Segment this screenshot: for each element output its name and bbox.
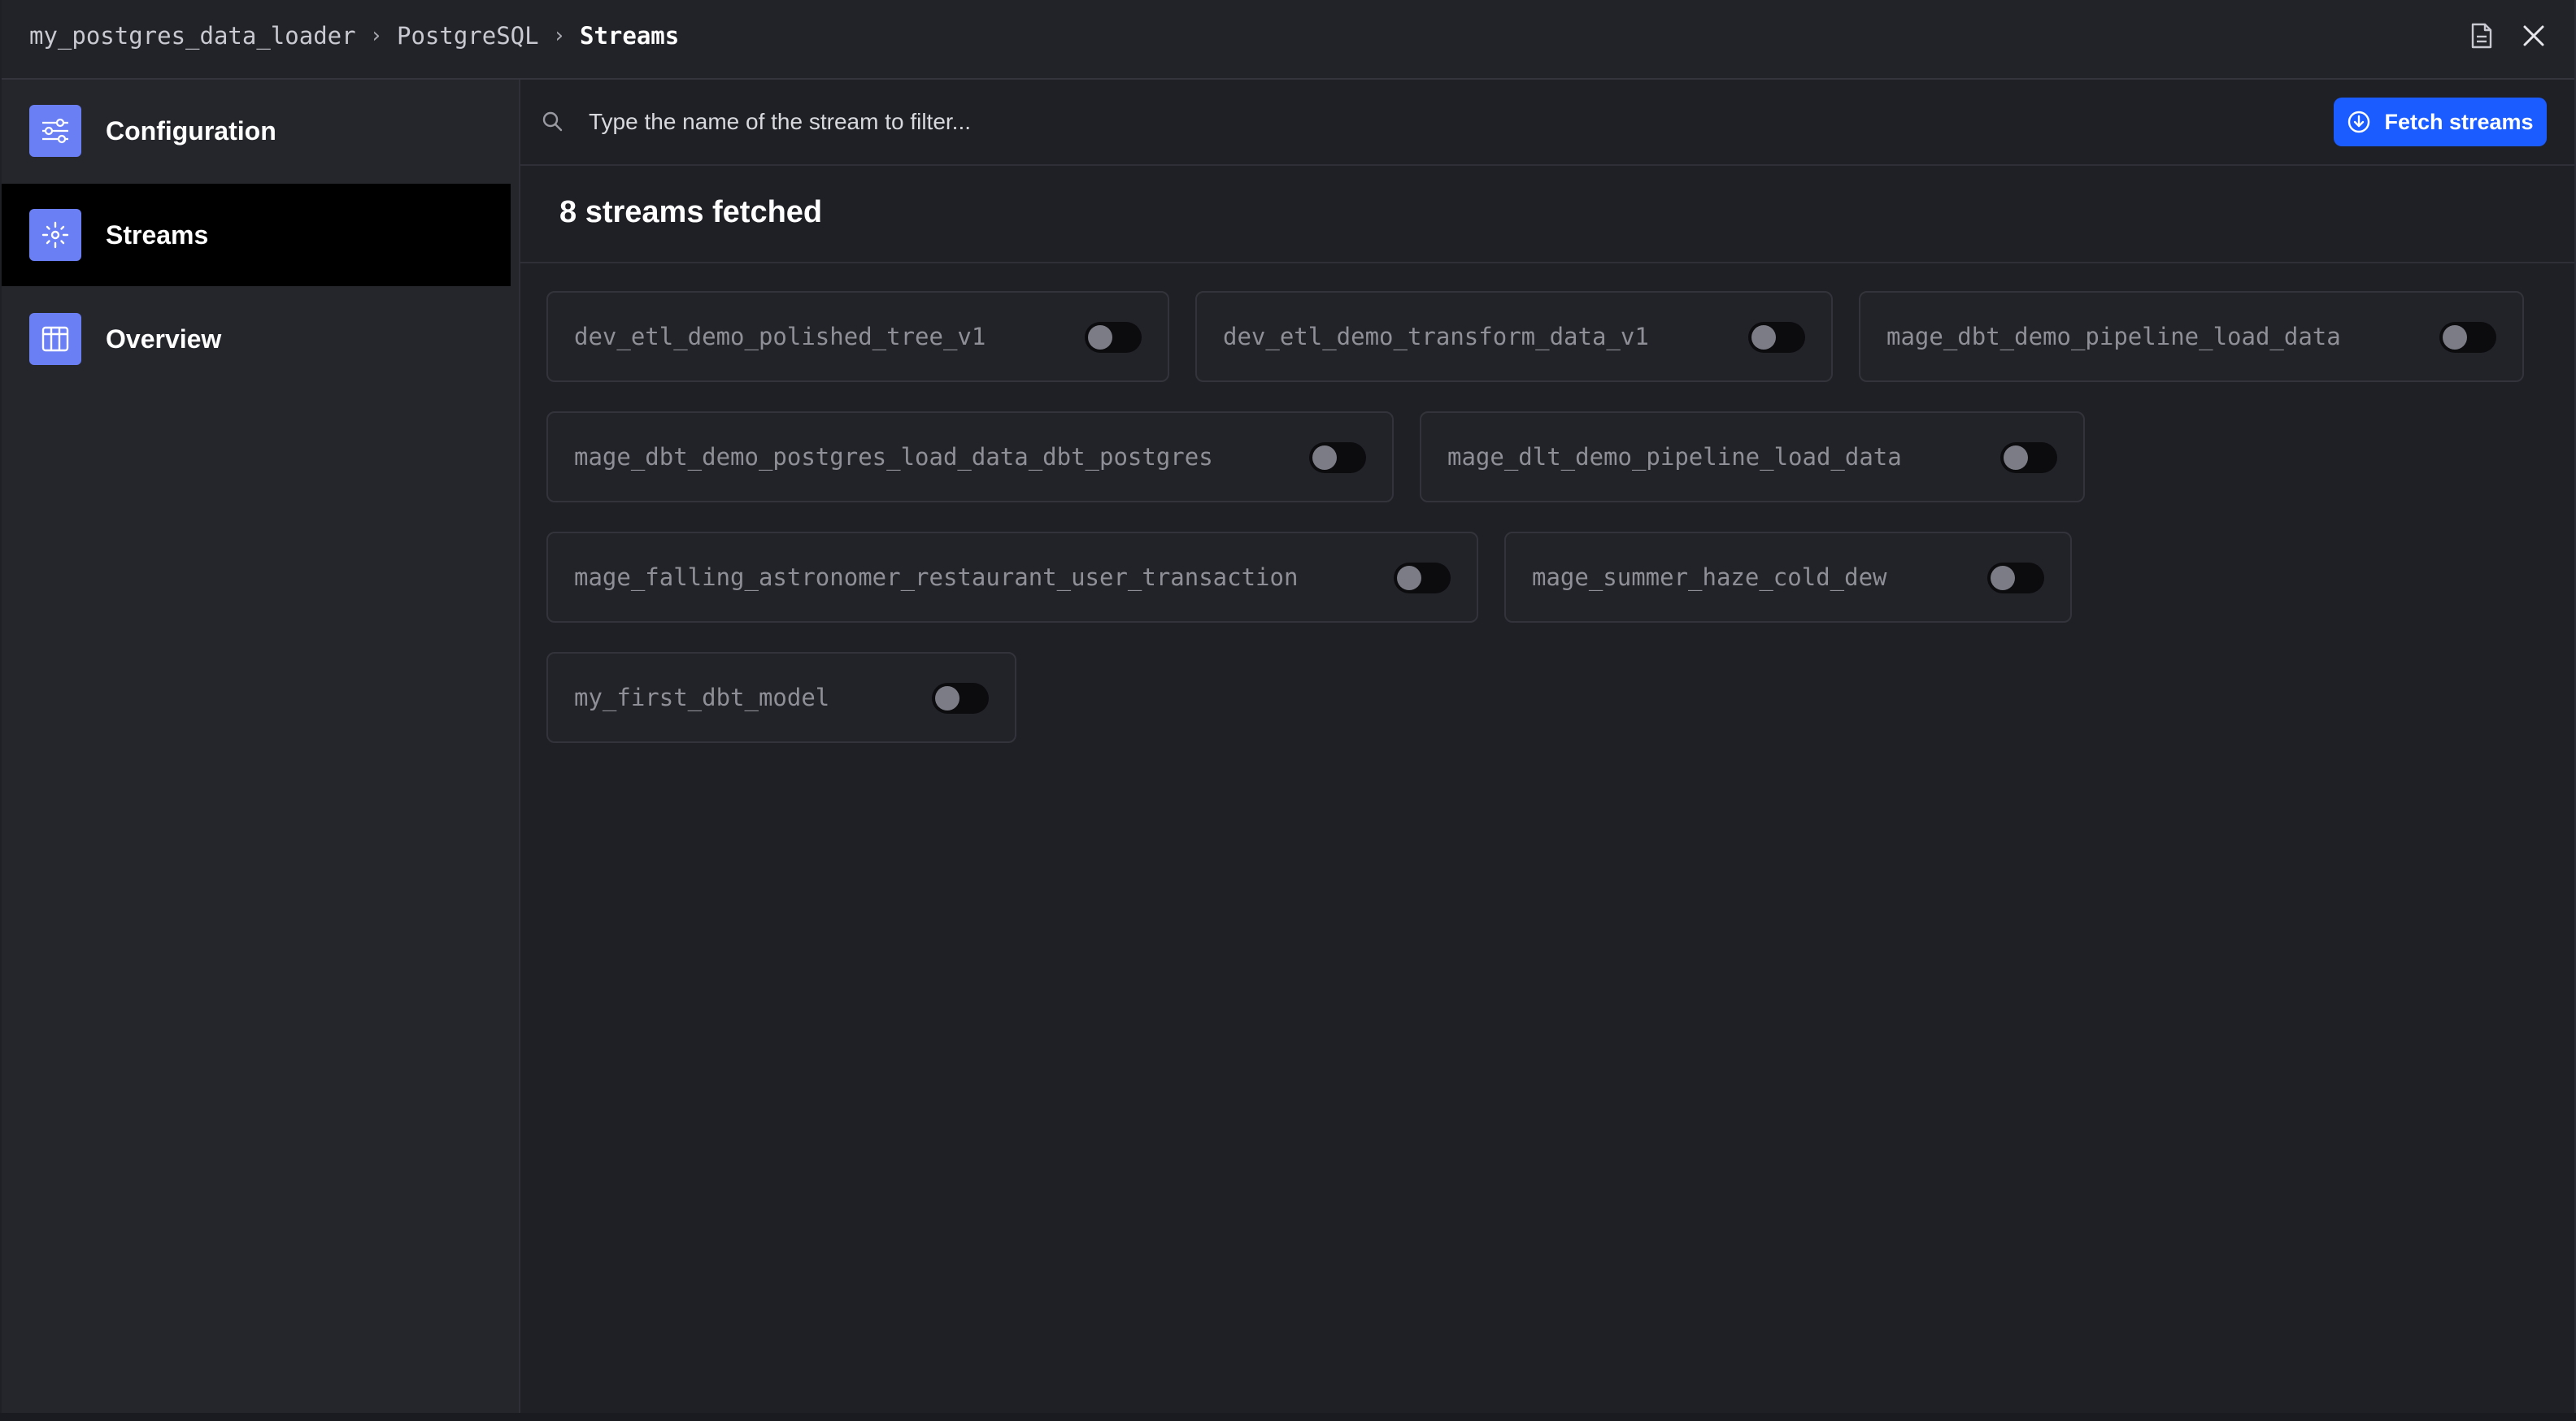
- breadcrumb-item-current: Streams: [580, 22, 679, 50]
- toggle-knob: [935, 686, 959, 710]
- stream-card[interactable]: mage_falling_astronomer_restaurant_user_…: [546, 532, 1478, 623]
- stream-card[interactable]: mage_dlt_demo_pipeline_load_data: [1420, 411, 2085, 502]
- breadcrumb: my_postgres_data_loader › PostgreSQL › S…: [29, 0, 679, 72]
- toggle-knob: [1312, 445, 1337, 470]
- stream-toggle[interactable]: [1309, 442, 1366, 473]
- close-icon[interactable]: [2517, 20, 2550, 52]
- download-circle-icon: [2347, 110, 2371, 134]
- document-icon[interactable]: [2465, 20, 2498, 52]
- stream-filter-input[interactable]: [587, 99, 2217, 145]
- fetch-streams-label: Fetch streams: [2384, 110, 2533, 135]
- stream-name: mage_falling_astronomer_restaurant_user_…: [574, 533, 1298, 621]
- fetch-streams-button[interactable]: Fetch streams: [2334, 98, 2547, 146]
- stream-name: mage_dbt_demo_postgres_load_data_dbt_pos…: [574, 413, 1213, 501]
- toggle-knob: [2443, 325, 2467, 350]
- sidebar-item-configuration[interactable]: Configuration: [2, 80, 511, 182]
- breadcrumb-item-source[interactable]: PostgreSQL: [397, 22, 539, 50]
- stream-name: mage_dbt_demo_pipeline_load_data: [1886, 293, 2341, 380]
- stream-toggle[interactable]: [1748, 322, 1805, 353]
- stream-card[interactable]: dev_etl_demo_transform_data_v1: [1195, 291, 1833, 382]
- stream-card[interactable]: dev_etl_demo_polished_tree_v1: [546, 291, 1169, 382]
- stream-name: my_first_dbt_model: [574, 654, 829, 741]
- breadcrumb-item-loader[interactable]: my_postgres_data_loader: [29, 22, 356, 50]
- app-window: my_postgres_data_loader › PostgreSQL › S…: [2, 0, 2576, 1413]
- search-icon: [540, 109, 566, 135]
- toggle-knob: [1991, 566, 2015, 590]
- stream-name: dev_etl_demo_transform_data_v1: [1223, 293, 1649, 380]
- sparkle-icon: [29, 209, 81, 261]
- sidebar-item-label: Overview: [106, 324, 221, 354]
- header: my_postgres_data_loader › PostgreSQL › S…: [2, 0, 2574, 80]
- toggle-knob: [1088, 325, 1112, 350]
- stream-toggle[interactable]: [2439, 322, 2496, 353]
- stream-toggle[interactable]: [2000, 442, 2057, 473]
- stream-toggle[interactable]: [1085, 322, 1142, 353]
- stream-card[interactable]: my_first_dbt_model: [546, 652, 1016, 743]
- streams-count-row: 8 streams fetched: [520, 166, 2574, 263]
- table-icon: [29, 313, 81, 365]
- stream-toggle[interactable]: [932, 683, 989, 714]
- stream-card[interactable]: mage_dbt_demo_postgres_load_data_dbt_pos…: [546, 411, 1394, 502]
- stream-name: mage_dlt_demo_pipeline_load_data: [1447, 413, 1902, 501]
- stream-card[interactable]: mage_summer_haze_cold_dew: [1504, 532, 2072, 623]
- filter-bar: Fetch streams: [520, 80, 2574, 166]
- bottom-status-strip: [0, 1413, 2576, 1421]
- toggle-knob: [1751, 325, 1776, 350]
- sidebar-item-label: Streams: [106, 220, 208, 250]
- sidebar-item-streams[interactable]: Streams: [2, 184, 511, 286]
- toggle-knob: [1397, 566, 1421, 590]
- stream-card[interactable]: mage_dbt_demo_pipeline_load_data: [1859, 291, 2524, 382]
- stream-name: dev_etl_demo_polished_tree_v1: [574, 293, 986, 380]
- toggle-knob: [2004, 445, 2028, 470]
- streams-count-title: 8 streams fetched: [559, 195, 822, 230]
- sidebar-item-label: Configuration: [106, 116, 276, 146]
- stream-toggle[interactable]: [1394, 563, 1451, 593]
- stream-name: mage_summer_haze_cold_dew: [1532, 533, 1887, 621]
- chevron-right-icon: ›: [555, 24, 564, 48]
- sidebar: Configuration Streams: [2, 80, 520, 1413]
- sidebar-item-overview[interactable]: Overview: [2, 288, 511, 390]
- stream-toggle[interactable]: [1987, 563, 2044, 593]
- sliders-icon: [29, 105, 81, 157]
- chevron-right-icon: ›: [372, 24, 381, 48]
- streams-panel: Fetch streams 8 streams fetched dev_etl_…: [520, 80, 2574, 1413]
